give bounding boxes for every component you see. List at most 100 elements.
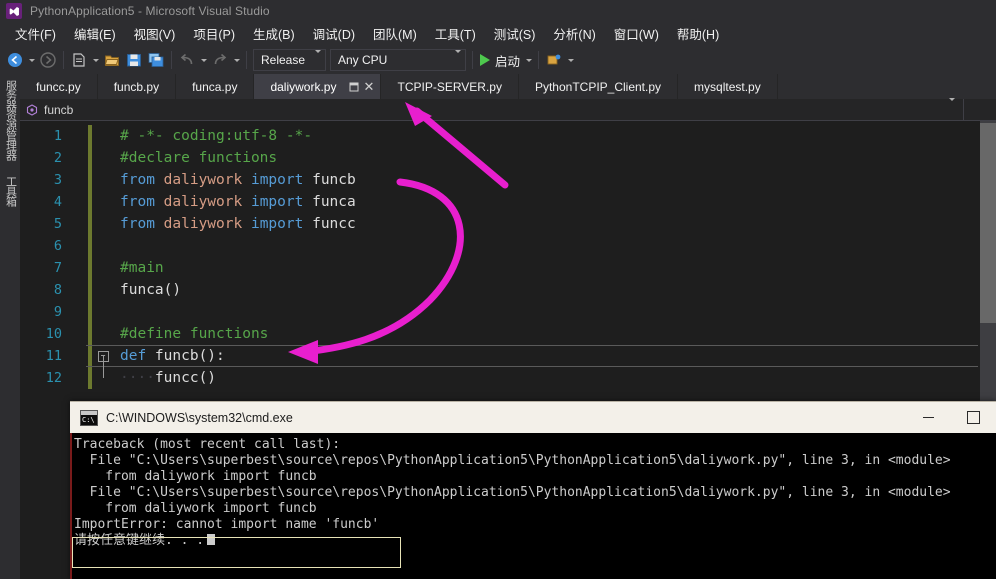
member-scope-dropdown[interactable]: funcb — [20, 97, 964, 120]
navigate-back-dropdown[interactable] — [26, 49, 37, 71]
code-line[interactable]: 4 from daliywork import funca — [20, 191, 980, 213]
outlining-margin: − — [92, 345, 114, 378]
line-number: 2 — [53, 150, 62, 166]
line-number: 7 — [53, 260, 62, 276]
code-line[interactable]: 11 − def funcb(): — [20, 345, 980, 378]
menu-item-project[interactable]: 项目(P) — [184, 21, 244, 47]
window-title: PythonApplication5 - Microsoft Visual St… — [30, 4, 270, 18]
code-line[interactable]: 7 #main — [20, 257, 980, 279]
code-line[interactable]: 9 — [20, 301, 980, 323]
chevron-down-icon — [445, 50, 461, 67]
toolbar-separator-2 — [171, 51, 172, 69]
menu-item-help[interactable]: 帮助(H) — [668, 21, 728, 47]
menu-item-test[interactable]: 测试(S) — [485, 21, 545, 47]
code-token: from — [120, 172, 155, 188]
menu-item-edit[interactable]: 编辑(E) — [65, 21, 125, 47]
menu-item-window[interactable]: 窗口(W) — [605, 21, 668, 47]
code-line[interactable]: 3 from daliywork import funcb — [20, 169, 980, 191]
toolbar-separator-3 — [246, 51, 247, 69]
attach-to-process-icon[interactable] — [543, 49, 565, 71]
outlining-margin — [92, 301, 114, 323]
menu-item-team[interactable]: 团队(M) — [364, 21, 426, 47]
code-token: funcc() — [154, 370, 217, 386]
tab-funcb-py[interactable]: funcb.py — [98, 74, 177, 99]
code-text: from daliywork import funca — [114, 191, 356, 213]
editor-navigation-bar: funcb — [20, 97, 996, 121]
save-all-icon[interactable] — [145, 49, 167, 71]
toolbar-separator-4 — [472, 51, 473, 69]
navigate-forward-icon[interactable] — [37, 49, 59, 71]
solution-configuration-dropdown[interactable]: Release — [253, 49, 326, 71]
toolbar-overflow-button[interactable] — [565, 49, 576, 71]
code-line[interactable]: 6 — [20, 235, 980, 257]
menu-item-build[interactable]: 生成(B) — [244, 21, 304, 47]
menu-item-analyze[interactable]: 分析(N) — [544, 21, 604, 47]
code-token: import — [250, 172, 304, 188]
scrollbar-thumb[interactable] — [980, 123, 996, 323]
solution-platform-dropdown[interactable]: Any CPU — [330, 49, 466, 71]
tab-daliywork-py[interactable]: daliywork.py ✕ — [254, 74, 382, 99]
console-line-importerror: ImportError: cannot import name 'funcb' — [74, 517, 380, 532]
code-token: funcb — [303, 172, 356, 188]
line-number: 1 — [53, 128, 62, 144]
code-text: ····funcc() — [114, 367, 216, 389]
undo-icon[interactable] — [176, 49, 198, 71]
play-icon — [480, 54, 490, 66]
start-debug-button[interactable]: 启动 — [477, 49, 523, 71]
menu-item-debug[interactable]: 调试(D) — [304, 21, 364, 47]
line-number: 8 — [53, 282, 62, 298]
undo-dropdown[interactable] — [198, 49, 209, 71]
redo-icon[interactable] — [209, 49, 231, 71]
code-line[interactable]: 12 ····funcc() — [20, 367, 980, 389]
redo-dropdown[interactable] — [231, 49, 242, 71]
console-line: from daliywork import funcb — [74, 501, 317, 516]
cmd-console-window[interactable]: C:\ C:\WINDOWS\system32\cmd.exe Tracebac… — [70, 401, 996, 579]
maximize-icon[interactable] — [951, 402, 996, 433]
tab-tcpip-server-py[interactable]: TCPIP-SERVER.py — [381, 74, 519, 99]
minimize-icon[interactable] — [906, 402, 951, 433]
outlining-margin — [92, 169, 114, 191]
code-token: import — [250, 216, 304, 232]
console-window-controls — [906, 402, 996, 433]
outlining-margin — [92, 323, 114, 345]
code-line[interactable]: 8 funca() — [20, 279, 980, 301]
sidebar-item-server-explorer[interactable]: 服务器资源管理器 — [3, 76, 18, 164]
outlining-margin — [92, 367, 114, 389]
tab-funca-py[interactable]: funca.py — [176, 74, 255, 99]
tab-mysqltest-py[interactable]: mysqltest.py — [678, 74, 778, 99]
code-line[interactable]: 5 from daliywork import funcc — [20, 213, 980, 235]
menu-item-tools[interactable]: 工具(T) — [426, 21, 485, 47]
line-number: 11 — [45, 348, 62, 364]
toolbar-separator-5 — [538, 51, 540, 69]
console-output[interactable]: Traceback (most recent call last): File … — [70, 433, 996, 579]
member-scope-value: funcb — [44, 102, 74, 117]
start-debug-label: 启动 — [495, 54, 521, 69]
tab-funcc-py[interactable]: funcc.py — [20, 74, 98, 99]
toolbar-separator — [63, 51, 64, 69]
sidebar-item-toolbox[interactable]: 工具箱 — [3, 172, 18, 210]
code-text: #declare functions — [114, 147, 277, 169]
navigate-back-icon[interactable] — [4, 49, 26, 71]
new-project-dropdown[interactable] — [90, 49, 101, 71]
start-debug-dropdown[interactable] — [523, 49, 534, 71]
new-project-icon[interactable] — [68, 49, 90, 71]
save-icon[interactable] — [123, 49, 145, 71]
close-tab-icon[interactable]: ✕ — [361, 79, 376, 94]
open-file-icon[interactable] — [101, 49, 123, 71]
code-line[interactable]: 2 #declare functions — [20, 147, 980, 169]
outlining-margin — [92, 257, 114, 279]
pin-tab-icon[interactable] — [346, 79, 361, 94]
code-line[interactable]: 1 # -*- coding:utf-8 -*- — [20, 125, 980, 147]
menu-item-view[interactable]: 视图(V) — [125, 21, 185, 47]
line-number: 3 — [53, 172, 62, 188]
console-line: from daliywork import funcb — [74, 469, 317, 484]
code-token: funca() — [120, 282, 182, 298]
tab-pythontcpip-client-py[interactable]: PythonTCPIP_Client.py — [519, 74, 679, 99]
code-text: def funcb(): — [114, 345, 225, 367]
menu-item-file[interactable]: 文件(F) — [6, 21, 65, 47]
code-line[interactable]: 10 #define functions — [20, 323, 980, 345]
tab-label: PythonTCPIP_Client.py — [534, 79, 662, 94]
